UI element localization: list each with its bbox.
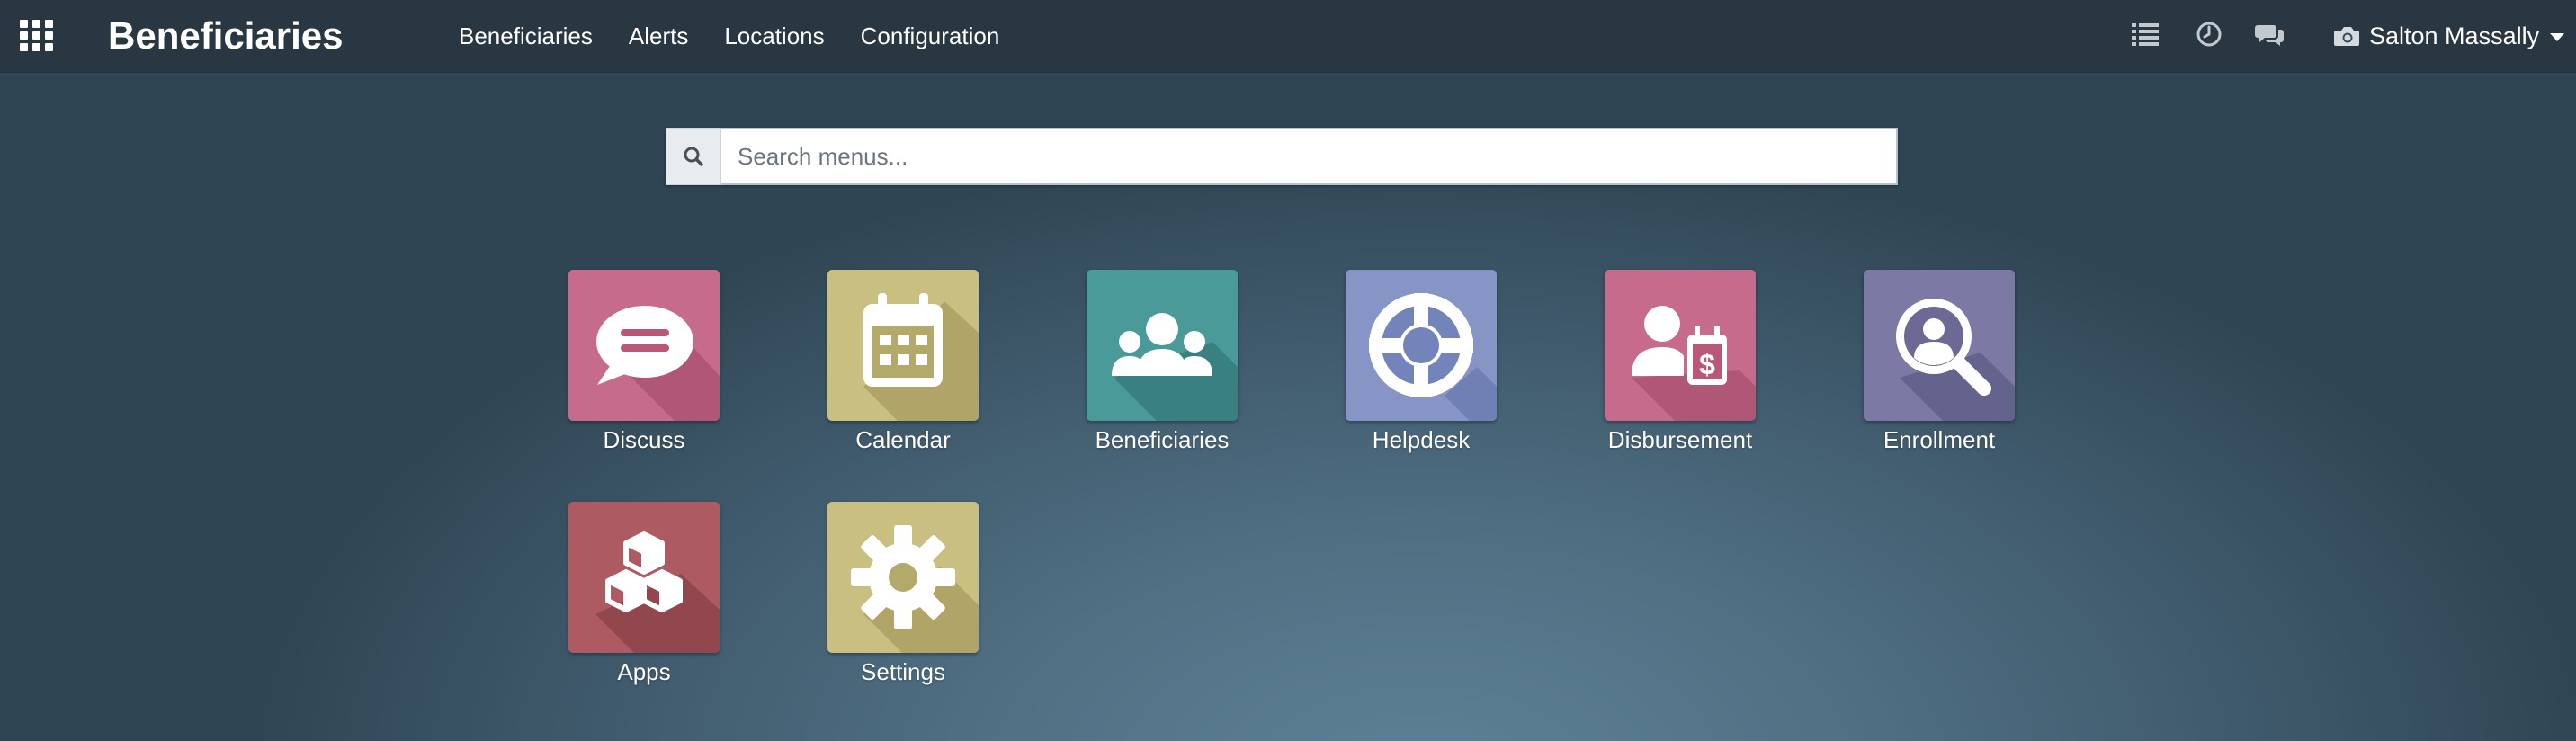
enrollment-icon	[1864, 270, 2015, 421]
grid-icon	[20, 20, 53, 51]
app-settings[interactable]: Settings	[799, 502, 979, 709]
app-label-enrollment: Enrollment	[1883, 426, 1996, 453]
app-enrollment[interactable]: Enrollment	[1835, 270, 2015, 477]
app-label-settings: Settings	[861, 658, 945, 685]
apps-cubes-icon	[568, 502, 720, 653]
discuss-icon	[568, 270, 720, 421]
app-discuss[interactable]: Discuss	[540, 270, 720, 477]
top-navbar: Beneficiaries Beneficiaries Alerts Locat…	[0, 0, 2576, 72]
app-calendar[interactable]: Calendar	[799, 270, 979, 477]
svg-text:$: $	[1699, 348, 1715, 380]
menu-search	[666, 128, 1898, 185]
app-tile-disbursement: $	[1605, 270, 1756, 421]
gear-icon	[827, 502, 979, 653]
app-brand-title[interactable]: Beneficiaries	[108, 11, 343, 61]
app-helpdesk[interactable]: Helpdesk	[1317, 270, 1497, 477]
app-label-helpdesk: Helpdesk	[1372, 426, 1471, 453]
app-beneficiaries[interactable]: Beneficiaries	[1058, 270, 1238, 477]
menu-item-alerts[interactable]: Alerts	[611, 0, 706, 72]
search-icon	[684, 147, 703, 166]
app-tile-discuss	[568, 270, 720, 421]
app-label-beneficiaries: Beneficiaries	[1095, 426, 1230, 453]
app-tile-beneficiaries	[1087, 270, 1238, 421]
app-disbursement[interactable]: $ Disbursement	[1576, 270, 1756, 477]
app-tile-helpdesk	[1346, 270, 1497, 421]
menu-item-locations[interactable]: Locations	[706, 0, 842, 72]
app-label-apps: Apps	[617, 658, 671, 685]
app-tile-settings	[827, 502, 979, 653]
app-tile-enrollment	[1864, 270, 2015, 421]
menu-item-configuration[interactable]: Configuration	[843, 0, 1018, 72]
menu-item-beneficiaries[interactable]: Beneficiaries	[441, 0, 611, 72]
app-tile-calendar	[827, 270, 979, 421]
app-apps[interactable]: Apps	[540, 502, 720, 709]
calendar-icon	[827, 270, 979, 421]
clock-icon[interactable]	[2193, 18, 2225, 50]
app-tile-apps	[568, 502, 720, 653]
user-name: Salton Massally	[2369, 22, 2540, 49]
app-label-discuss: Discuss	[603, 426, 685, 453]
user-menu[interactable]: Salton Massally	[2333, 0, 2565, 72]
helpdesk-icon	[1346, 270, 1497, 421]
disbursement-icon: $	[1605, 270, 1756, 421]
app-label-disbursement: Disbursement	[1607, 426, 1753, 453]
chat-icon[interactable]	[2254, 18, 2286, 50]
apps-menu-button[interactable]	[20, 20, 54, 52]
main-menu: Beneficiaries Alerts Locations Configura…	[441, 0, 1017, 72]
camera-icon	[2334, 27, 2359, 46]
activity-list-icon[interactable]	[2130, 18, 2162, 50]
beneficiaries-icon	[1087, 270, 1238, 421]
search-button[interactable]	[666, 128, 721, 185]
app-label-calendar: Calendar	[855, 426, 951, 453]
search-input[interactable]	[721, 128, 1898, 185]
chevron-down-icon	[2550, 32, 2565, 41]
